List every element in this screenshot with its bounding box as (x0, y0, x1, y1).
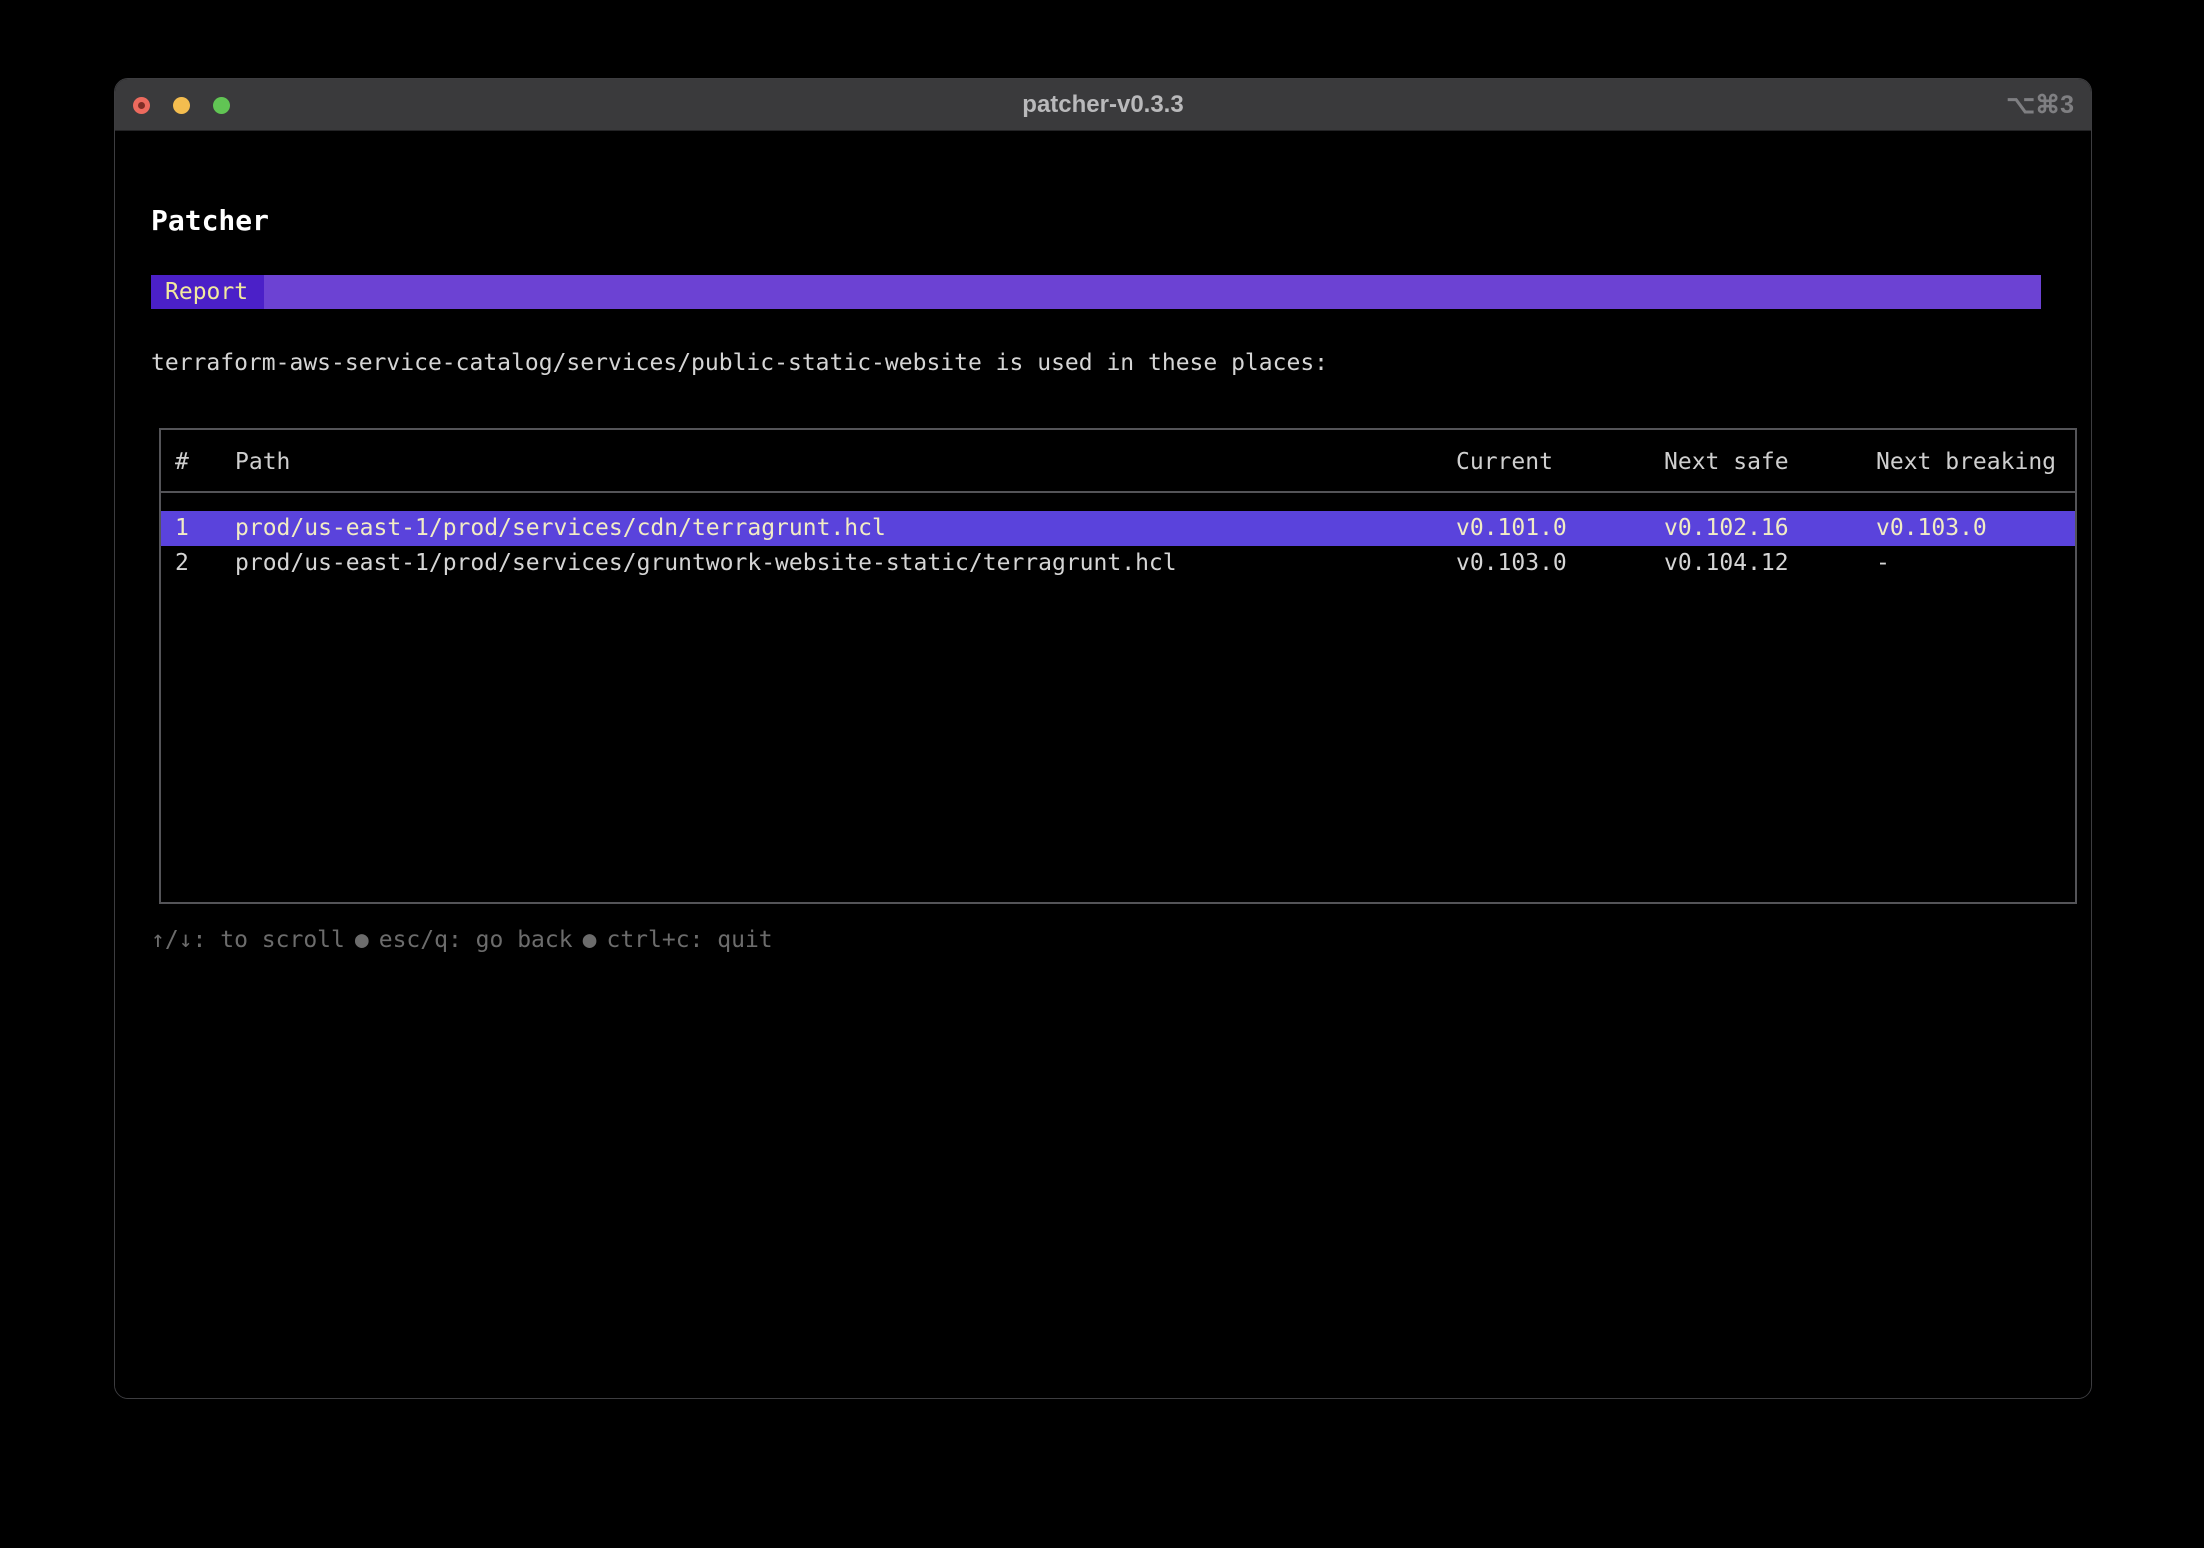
row-next-breaking: v0.103.0 (1876, 511, 2075, 546)
window-title: patcher-v0.3.3 (115, 79, 2091, 131)
row-path: prod/us-east-1/prod/services/cdn/terragr… (235, 511, 1456, 546)
help-quit: ctrl+c: quit (606, 927, 772, 953)
app-heading: Patcher (151, 203, 269, 238)
header-next-safe: Next safe (1664, 444, 1876, 480)
table-body: 1 prod/us-east-1/prod/services/cdn/terra… (161, 493, 2075, 581)
usage-summary-text: terraform-aws-service-catalog/services/p… (151, 345, 1328, 381)
table-header: # Path Current Next safe Next breaking (161, 430, 2075, 480)
row-current: v0.103.0 (1456, 546, 1664, 581)
row-path: prod/us-east-1/prod/services/gruntwork-w… (235, 546, 1456, 581)
header-num: # (161, 444, 235, 480)
row-number: 1 (161, 511, 235, 546)
table-row[interactable]: 2 prod/us-east-1/prod/services/gruntwork… (161, 546, 2075, 581)
title-bar[interactable]: patcher-v0.3.3 ⌥⌘3 (115, 79, 2091, 131)
help-go-back: esc/q: go back (379, 927, 573, 953)
window-shortcut-badge: ⌥⌘3 (2006, 79, 2074, 131)
row-number: 2 (161, 546, 235, 581)
help-bullet: ● (573, 927, 607, 953)
report-tab-bar: Report (151, 275, 2041, 309)
report-tab-label: Report (151, 275, 264, 309)
usage-table: # Path Current Next safe Next breaking 1… (159, 428, 2077, 904)
terminal-content: Patcher Report terraform-aws-service-cat… (115, 131, 2091, 1398)
table-row[interactable]: 1 prod/us-east-1/prod/services/cdn/terra… (161, 511, 2075, 546)
header-next-breaking: Next breaking (1876, 444, 2075, 480)
row-next-safe: v0.102.16 (1664, 511, 1876, 546)
help-bullet: ● (345, 927, 379, 953)
header-path: Path (235, 444, 1456, 480)
row-next-safe: v0.104.12 (1664, 546, 1876, 581)
help-bar: ↑/↓: to scroll●esc/q: go back●ctrl+c: qu… (151, 922, 773, 958)
row-current: v0.101.0 (1456, 511, 1664, 546)
report-tab-fill (264, 275, 2041, 309)
help-scroll: ↑/↓: to scroll (151, 927, 345, 953)
row-next-breaking: - (1876, 546, 2075, 581)
header-current: Current (1456, 444, 1664, 480)
terminal-window: patcher-v0.3.3 ⌥⌘3 Patcher Report terraf… (114, 78, 2092, 1399)
